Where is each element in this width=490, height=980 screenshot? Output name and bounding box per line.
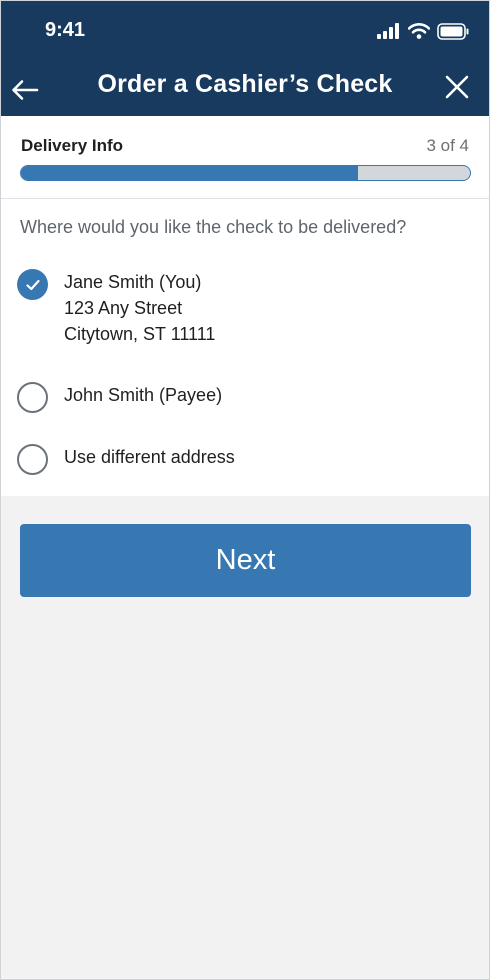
progress-fill: [21, 166, 358, 180]
radio-unselected[interactable]: [17, 382, 48, 413]
divider: [1, 198, 489, 199]
next-button[interactable]: Next: [20, 524, 471, 597]
step-label: Delivery Info: [21, 136, 124, 155]
option-label: Jane Smith (You) 123 Any Street Citytown…: [64, 269, 215, 347]
option-you[interactable]: Jane Smith (You) 123 Any Street Citytown…: [17, 269, 215, 347]
step-count: 3 of 4: [426, 136, 469, 155]
status-time: 9:41: [45, 19, 86, 41]
option-label: John Smith (Payee): [64, 382, 222, 408]
option-line: Citytown, ST 11111: [64, 324, 216, 344]
battery-icon: [437, 22, 469, 40]
option-label: Use different address: [64, 444, 235, 470]
page-title: Order a Cashier’s Check: [97, 70, 393, 98]
radio-unselected[interactable]: [17, 444, 48, 475]
delivery-question: Where would you like the check to be del…: [20, 217, 407, 237]
option-payee[interactable]: John Smith (Payee): [17, 382, 222, 413]
option-different-address[interactable]: Use different address: [17, 444, 235, 475]
option-line: Use different address: [64, 447, 235, 467]
phone-screen: 9:41 Order a Cashier’s Check Delivery In…: [0, 0, 490, 980]
status-icons: [377, 21, 469, 41]
delivery-card: Delivery Info 3 of 4 Where would you lik…: [1, 116, 489, 496]
option-line: Jane Smith (You): [64, 272, 202, 292]
signal-icon: [377, 23, 399, 39]
step-header: Delivery Info 3 of 4: [21, 136, 469, 156]
radio-selected[interactable]: [17, 269, 48, 300]
option-line: 123 Any Street: [64, 298, 183, 318]
progress-bar: [20, 165, 471, 181]
option-line: John Smith (Payee): [64, 385, 223, 405]
close-icon: [445, 75, 469, 99]
close-button[interactable]: [441, 71, 473, 103]
wifi-icon: [408, 23, 430, 39]
app-header: 9:41 Order a Cashier’s Check: [1, 1, 489, 116]
checkmark-icon: [25, 279, 40, 290]
